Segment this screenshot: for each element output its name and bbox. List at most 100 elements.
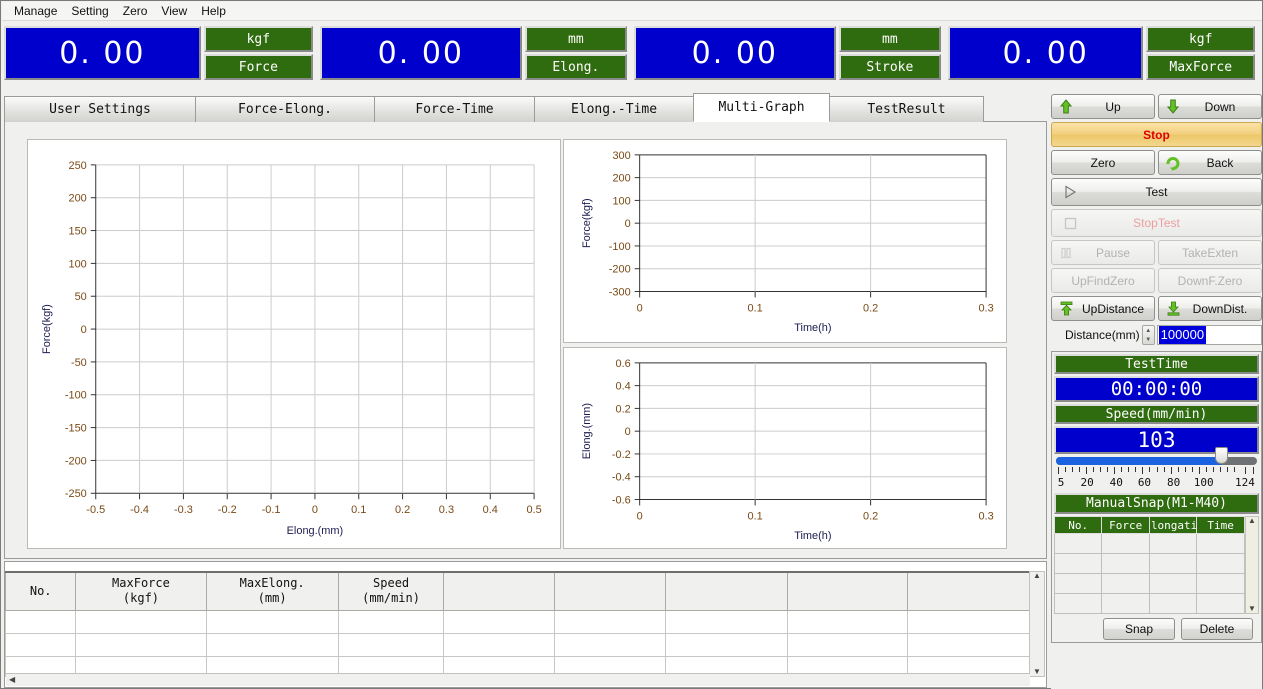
down-distance-button[interactable]: DownDist.	[1158, 296, 1262, 321]
up-distance-button[interactable]: UpDistance	[1051, 296, 1155, 321]
table-cell[interactable]	[75, 632, 207, 657]
snap-cell[interactable]	[1053, 533, 1103, 554]
snap-button[interactable]: Snap	[1103, 618, 1175, 640]
result-col-maxforce[interactable]: MaxForce (kgf)	[75, 571, 207, 611]
up-button[interactable]: Up	[1051, 94, 1155, 119]
table-cell[interactable]	[907, 609, 1030, 634]
table-cell[interactable]	[907, 632, 1030, 657]
snap-cell[interactable]	[1101, 593, 1150, 614]
table-cell[interactable]	[554, 609, 667, 634]
delete-button[interactable]: Delete	[1181, 618, 1253, 640]
scroll-up-icon[interactable]: ▲	[1033, 572, 1041, 580]
snap-cell[interactable]	[1196, 533, 1245, 554]
snap-cell[interactable]	[1053, 593, 1103, 614]
menu-item-setting[interactable]: Setting	[65, 3, 116, 20]
tab-force-time[interactable]: Force-Time	[374, 96, 535, 122]
snap-cell[interactable]	[1053, 573, 1103, 594]
distance-spinner[interactable]: ▲ ▼	[1141, 325, 1155, 345]
result-table: No. MaxForce (kgf) MaxElong. (mm) Speed …	[5, 571, 1030, 677]
table-cell[interactable]	[75, 609, 207, 634]
snap-cell[interactable]	[1101, 573, 1150, 594]
spinner-down-icon[interactable]: ▼	[1143, 335, 1154, 344]
table-cell[interactable]	[554, 632, 667, 657]
tab-test-result[interactable]: TestResult	[829, 96, 984, 122]
list-item[interactable]	[1053, 533, 1245, 554]
chart-force-elong-ylabel: Force(kgf)	[41, 304, 53, 354]
table-cell[interactable]	[5, 609, 77, 634]
spinner-up-icon[interactable]: ▲	[1143, 326, 1154, 335]
table-cell[interactable]	[205, 609, 339, 634]
speed-slider-thumb[interactable]	[1214, 447, 1228, 464]
list-item[interactable]	[1053, 553, 1245, 574]
tab-force-elong[interactable]: Force-Elong.	[195, 96, 375, 122]
back-button[interactable]: Back	[1158, 150, 1262, 175]
scroll-down-icon[interactable]: ▼	[1033, 668, 1041, 676]
snap-cell[interactable]	[1196, 593, 1245, 614]
snap-cell[interactable]	[1148, 533, 1198, 554]
menu-item-help[interactable]: Help	[195, 3, 234, 20]
result-col-5[interactable]	[443, 571, 556, 611]
tab-user-settings[interactable]: User Settings	[4, 96, 196, 122]
table-cell[interactable]	[443, 632, 556, 657]
et-ytick-4: -0.2	[612, 449, 631, 461]
tab-elong-time[interactable]: Elong.-Time	[534, 96, 694, 122]
result-col-9[interactable]	[907, 571, 1030, 611]
menu-item-view[interactable]: View	[155, 3, 195, 20]
down-button[interactable]: Down	[1158, 94, 1262, 119]
result-col-8[interactable]	[786, 571, 909, 611]
snap-cell[interactable]	[1148, 573, 1198, 594]
snap-col-no[interactable]: No.	[1053, 516, 1103, 534]
table-row[interactable]	[5, 609, 1030, 634]
chart-elong-time-svg: 0.6 0.4 0.2 0 -0.2 -0.4 -0.6 0 0.1 0.2 0…	[581, 358, 994, 542]
stop-square-icon	[1060, 217, 1080, 230]
snap-scroll-down-icon[interactable]: ▼	[1248, 605, 1256, 613]
ft-ytick-4: -100	[609, 241, 631, 253]
result-col-speed[interactable]: Speed (mm/min)	[337, 571, 445, 611]
result-col-no[interactable]: No.	[5, 571, 77, 611]
chart-elong-time[interactable]: 0.6 0.4 0.2 0 -0.2 -0.4 -0.6 0 0.1 0.2 0…	[563, 347, 1007, 549]
snap-col-elongation[interactable]: longatio	[1148, 516, 1198, 534]
table-cell[interactable]	[5, 632, 77, 657]
table-cell[interactable]	[205, 632, 339, 657]
tab-multi-graph[interactable]: Multi-Graph	[693, 93, 830, 122]
menu-item-zero[interactable]: Zero	[117, 3, 156, 20]
snap-cell[interactable]	[1148, 553, 1198, 574]
table-cell[interactable]	[443, 609, 556, 634]
snap-col-force[interactable]: Force	[1101, 516, 1150, 534]
chart-force-time[interactable]: 300 200 100 0 -100 -200 -300 0 0.1 0.2 0…	[563, 139, 1007, 343]
snap-scroll-up-icon[interactable]: ▲	[1248, 517, 1256, 525]
result-table-horizontal-scrollbar[interactable]: ◀	[6, 673, 1030, 686]
readout-elong: 0. 00 mm Elong.	[319, 25, 633, 81]
list-item[interactable]	[1053, 573, 1245, 594]
table-cell[interactable]	[786, 609, 909, 634]
result-col-6[interactable]	[554, 571, 667, 611]
table-cell[interactable]	[665, 632, 788, 657]
result-col-7[interactable]	[665, 571, 788, 611]
et-ytick-1: 0.4	[615, 381, 630, 393]
test-button[interactable]: Test	[1051, 178, 1262, 206]
snap-cell[interactable]	[1148, 593, 1198, 614]
et-ytick-6: -0.6	[612, 494, 631, 506]
table-cell[interactable]	[665, 609, 788, 634]
distance-input[interactable]: 100000	[1156, 325, 1262, 345]
snap-cell[interactable]	[1196, 573, 1245, 594]
snap-col-time[interactable]: Time	[1196, 516, 1245, 534]
snap-cell[interactable]	[1053, 553, 1103, 574]
snap-cell[interactable]	[1101, 533, 1150, 554]
zero-button[interactable]: Zero	[1051, 150, 1155, 175]
stop-button[interactable]: Stop	[1051, 122, 1262, 147]
menu-item-manage[interactable]: Manage	[8, 3, 65, 20]
scroll-left-icon[interactable]: ◀	[9, 676, 15, 684]
result-table-vertical-scrollbar[interactable]: ▲ ▼	[1029, 571, 1045, 677]
snap-cell[interactable]	[1196, 553, 1245, 574]
table-cell[interactable]	[337, 609, 445, 634]
table-cell[interactable]	[786, 632, 909, 657]
manual-snap-scrollbar[interactable]: ▲ ▼	[1244, 516, 1259, 614]
speed-slider[interactable]	[1056, 447, 1257, 466]
list-item[interactable]	[1053, 593, 1245, 614]
table-cell[interactable]	[337, 632, 445, 657]
table-row[interactable]	[5, 632, 1030, 657]
chart-force-elong[interactable]: 250 200 150 100 50 0 -50 -100 -150 -200 …	[27, 139, 561, 549]
result-col-maxelong[interactable]: MaxElong. (mm)	[205, 571, 339, 611]
snap-cell[interactable]	[1101, 553, 1150, 574]
